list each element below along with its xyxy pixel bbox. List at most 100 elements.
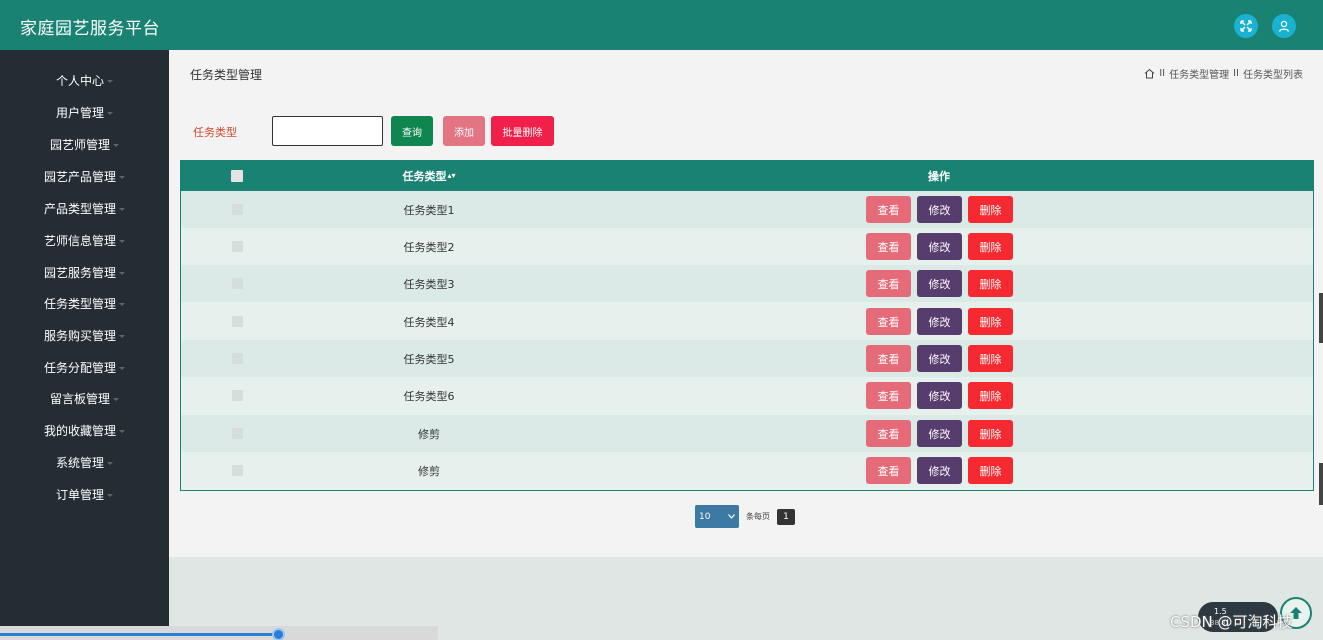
view-button[interactable]: 查看 — [866, 457, 911, 484]
delete-button[interactable]: 删除 — [968, 308, 1013, 335]
edit-button[interactable]: 修改 — [917, 270, 962, 297]
chevron-down-icon — [107, 111, 113, 115]
sidebar-item-products[interactable]: 园艺产品管理 — [0, 164, 169, 188]
sidebar-item-product-types[interactable]: 产品类型管理 — [0, 196, 169, 220]
sidebar-item-personal-center[interactable]: 个人中心 — [0, 68, 169, 92]
page-number-button[interactable]: 1 — [777, 509, 795, 525]
delete-button[interactable]: 删除 — [968, 420, 1013, 447]
fullscreen-icon[interactable] — [1234, 14, 1258, 38]
table-header: 任务类型 ▴▾ 操作 — [181, 161, 1313, 191]
search-input[interactable] — [272, 116, 383, 146]
view-button[interactable]: 查看 — [866, 270, 911, 297]
view-button[interactable]: 查看 — [866, 382, 911, 409]
view-button[interactable]: 查看 — [866, 308, 911, 335]
sidebar-item-task-assignment[interactable]: 任务分配管理 — [0, 355, 169, 379]
edit-button[interactable]: 修改 — [917, 345, 962, 372]
sidebar-item-orders[interactable]: 订单管理 — [0, 482, 169, 506]
sidebar: 个人中心 用户管理 园艺师管理 园艺产品管理 产品类型管理 艺师信息管理 园艺服… — [0, 50, 169, 640]
scrollbar-thumb-secondary[interactable] — [1319, 463, 1323, 505]
sort-icon[interactable]: ▴▾ — [447, 172, 455, 180]
row-checkbox[interactable] — [232, 465, 243, 476]
query-button[interactable]: 查询 — [391, 116, 433, 146]
task-type-cell: 任务类型6 — [403, 389, 455, 403]
edit-button[interactable]: 修改 — [917, 233, 962, 260]
chevron-down-icon — [107, 493, 113, 497]
main-content: 任务类型管理 II 任务类型管理 II 任务类型列表 任务类型 查询 添加 批量… — [169, 50, 1323, 557]
breadcrumb-level2: 任务类型列表 — [1243, 70, 1303, 81]
sidebar-item-users[interactable]: 用户管理 — [0, 100, 169, 124]
row-checkbox[interactable] — [232, 390, 243, 401]
search-label: 任务类型 — [193, 126, 237, 139]
task-type-cell: 任务类型2 — [403, 240, 455, 254]
view-button[interactable]: 查看 — [866, 196, 911, 223]
video-progress-handle[interactable] — [272, 628, 285, 640]
task-type-cell: 修剪 — [418, 427, 440, 441]
edit-button[interactable]: 修改 — [917, 382, 962, 409]
view-button[interactable]: 查看 — [866, 420, 911, 447]
sidebar-item-gardeners[interactable]: 园艺师管理 — [0, 132, 169, 156]
select-all-checkbox[interactable] — [231, 170, 243, 182]
chevron-down-icon — [113, 143, 119, 147]
delete-button[interactable]: 删除 — [968, 457, 1013, 484]
chevron-down-icon — [728, 514, 735, 519]
breadcrumb: II 任务类型管理 II 任务类型列表 — [1144, 66, 1303, 81]
table-row: 任务类型2 查看 修改 删除 — [181, 228, 1313, 265]
view-button[interactable]: 查看 — [866, 233, 911, 260]
sidebar-item-system[interactable]: 系统管理 — [0, 450, 169, 474]
chevron-down-icon — [113, 397, 119, 401]
delete-button[interactable]: 删除 — [968, 196, 1013, 223]
row-checkbox[interactable] — [232, 316, 243, 327]
add-button[interactable]: 添加 — [443, 116, 485, 146]
row-checkbox[interactable] — [232, 204, 243, 215]
row-checkbox[interactable] — [232, 353, 243, 364]
table-row: 修剪 查看 修改 删除 — [181, 415, 1313, 452]
task-type-cell: 任务类型1 — [403, 203, 455, 217]
table-row: 任务类型5 查看 修改 删除 — [181, 340, 1313, 377]
delete-button[interactable]: 删除 — [968, 233, 1013, 260]
chevron-down-icon — [119, 207, 125, 211]
video-progress-fill — [0, 633, 278, 636]
page-size-select[interactable]: 10 — [695, 505, 739, 528]
task-type-cell: 任务类型5 — [403, 352, 455, 366]
sidebar-item-task-types[interactable]: 任务类型管理 — [0, 291, 169, 315]
chevron-down-icon — [119, 175, 125, 179]
edit-button[interactable]: 修改 — [917, 308, 962, 335]
edit-button[interactable]: 修改 — [917, 196, 962, 223]
edit-button[interactable]: 修改 — [917, 420, 962, 447]
app-title: 家庭园艺服务平台 — [20, 19, 160, 39]
chevron-down-icon — [119, 271, 125, 275]
task-type-table: 任务类型 ▴▾ 操作 任务类型1 查看 修改 删除 任务类型2 查看 修改 删除 … — [180, 160, 1314, 491]
breadcrumb-level1[interactable]: 任务类型管理 — [1169, 66, 1229, 81]
sidebar-item-artist-info[interactable]: 艺师信息管理 — [0, 228, 169, 252]
delete-button[interactable]: 删除 — [968, 382, 1013, 409]
sidebar-item-message-board[interactable]: 留言板管理 — [0, 386, 169, 410]
user-icon[interactable] — [1272, 14, 1296, 38]
task-type-cell: 修剪 — [418, 464, 440, 478]
home-icon[interactable] — [1144, 68, 1155, 79]
top-bar: 家庭园艺服务平台 — [0, 0, 1323, 50]
scrollbar-thumb[interactable] — [1319, 293, 1323, 343]
delete-button[interactable]: 删除 — [968, 270, 1013, 297]
view-button[interactable]: 查看 — [866, 345, 911, 372]
chevron-down-icon — [119, 334, 125, 338]
column-header-task-type[interactable]: 任务类型 ▴▾ — [329, 161, 529, 191]
row-checkbox[interactable] — [232, 428, 243, 439]
edit-button[interactable]: 修改 — [917, 457, 962, 484]
delete-button[interactable]: 删除 — [968, 345, 1013, 372]
chevron-down-icon — [119, 302, 125, 306]
task-type-cell: 任务类型4 — [403, 315, 455, 329]
batch-delete-button[interactable]: 批量删除 — [491, 116, 554, 146]
table-row: 修剪 查看 修改 删除 — [181, 452, 1313, 489]
per-page-label: 条每页 — [746, 512, 770, 521]
sidebar-item-services[interactable]: 园艺服务管理 — [0, 260, 169, 284]
chevron-down-icon — [119, 429, 125, 433]
row-checkbox[interactable] — [232, 278, 243, 289]
task-type-cell: 任务类型3 — [403, 277, 455, 291]
table-row: 任务类型4 查看 修改 删除 — [181, 303, 1313, 340]
sidebar-item-favorites[interactable]: 我的收藏管理 — [0, 418, 169, 442]
row-checkbox[interactable] — [232, 241, 243, 252]
table-row: 任务类型1 查看 修改 删除 — [181, 191, 1313, 228]
column-header-actions: 操作 — [928, 170, 950, 183]
sidebar-item-service-purchases[interactable]: 服务购买管理 — [0, 323, 169, 347]
chevron-down-icon — [119, 239, 125, 243]
